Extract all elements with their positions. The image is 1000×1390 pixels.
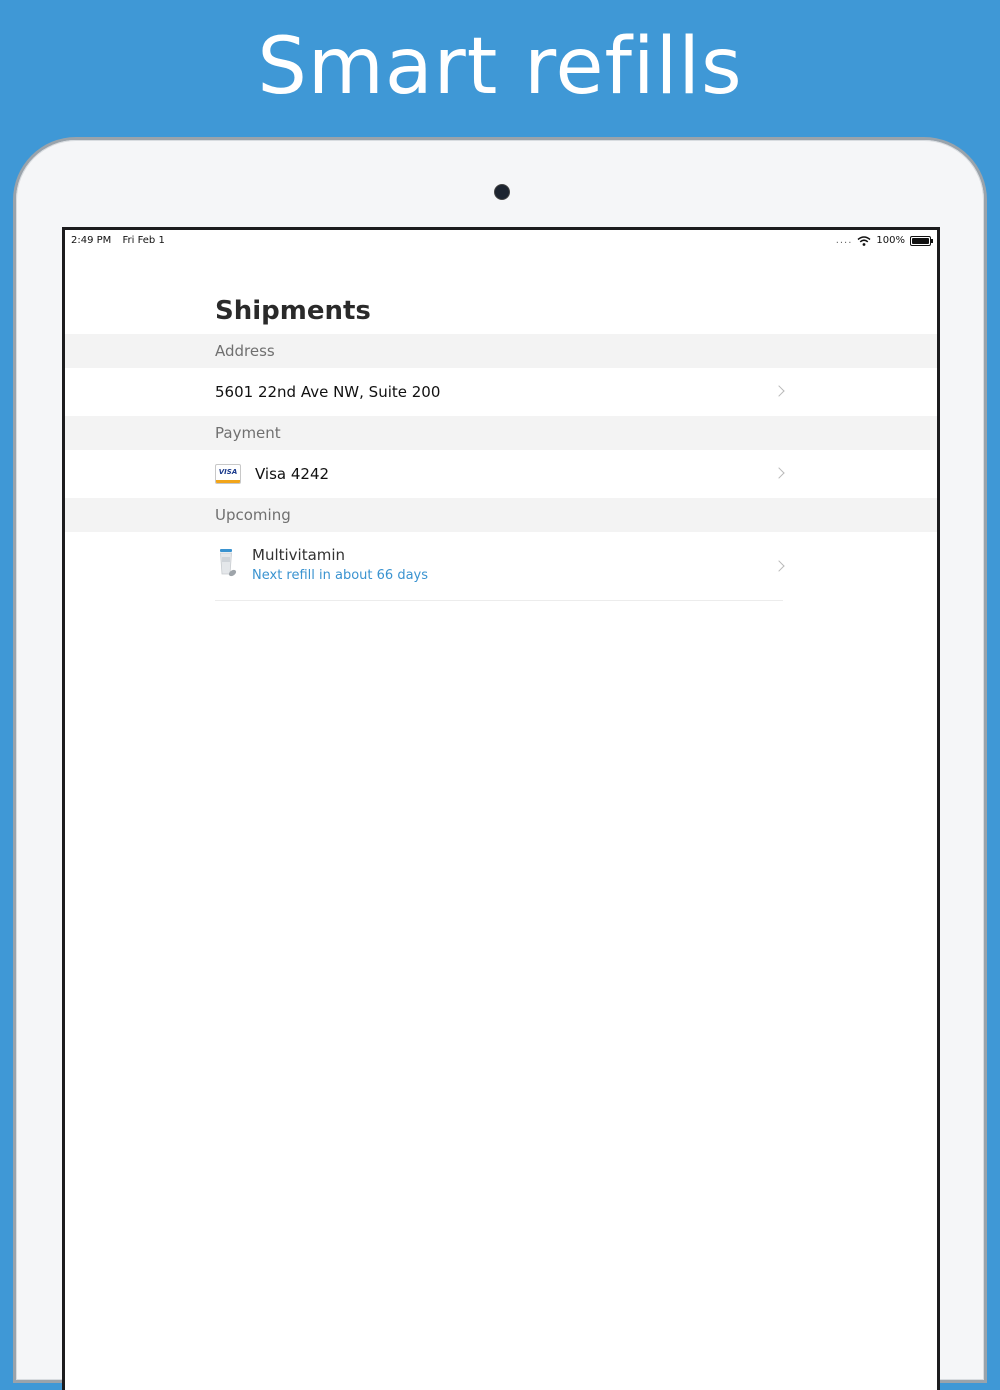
refill-item-subtitle: Next refill in about 66 days: [252, 568, 429, 583]
status-date: Fri Feb 1: [122, 235, 165, 246]
section-header-label: Address: [215, 342, 275, 360]
app-screen: 2:49 PM Fri Feb 1 .... 100% Shipments Ad…: [62, 227, 940, 1390]
chevron-right-icon: [773, 385, 785, 397]
battery-percent: 100%: [876, 235, 905, 246]
page-title: Shipments: [215, 296, 371, 326]
payment-value: Visa 4242: [255, 465, 330, 483]
wifi-icon: [857, 235, 871, 246]
visa-card-brand: VISA: [218, 468, 238, 476]
status-left: 2:49 PM Fri Feb 1: [71, 235, 173, 246]
address-row[interactable]: 5601 22nd Ave NW, Suite 200: [65, 368, 937, 416]
chevron-right-icon: [773, 560, 785, 572]
status-time: 2:49 PM: [71, 235, 112, 246]
visa-card-icon: VISA: [215, 464, 241, 484]
row-separator: [215, 600, 783, 601]
payment-row[interactable]: VISA Visa 4242: [65, 450, 937, 498]
camera-icon: [494, 184, 510, 200]
status-right: .... 100%: [835, 235, 933, 246]
promo-headline: Smart refills: [257, 22, 743, 112]
battery-icon: [910, 235, 933, 246]
chevron-right-icon: [773, 467, 785, 479]
section-header-payment: Payment: [65, 416, 937, 450]
section-header-label: Upcoming: [215, 506, 291, 524]
status-bar: 2:49 PM Fri Feb 1 .... 100%: [65, 230, 937, 250]
section-header-label: Payment: [215, 424, 281, 442]
refill-item-name: Multivitamin: [252, 546, 346, 564]
upcoming-refill-row[interactable]: Multivitamin Next refill in about 66 day…: [65, 532, 937, 600]
address-value: 5601 22nd Ave NW, Suite 200: [215, 383, 441, 401]
section-header-address: Address: [65, 334, 937, 368]
tablet-frame: 2:49 PM Fri Feb 1 .... 100% Shipments Ad…: [16, 140, 984, 1390]
pill-bottle-icon: [220, 549, 237, 577]
section-header-upcoming: Upcoming: [65, 498, 937, 532]
signal-icon: ....: [835, 235, 853, 246]
